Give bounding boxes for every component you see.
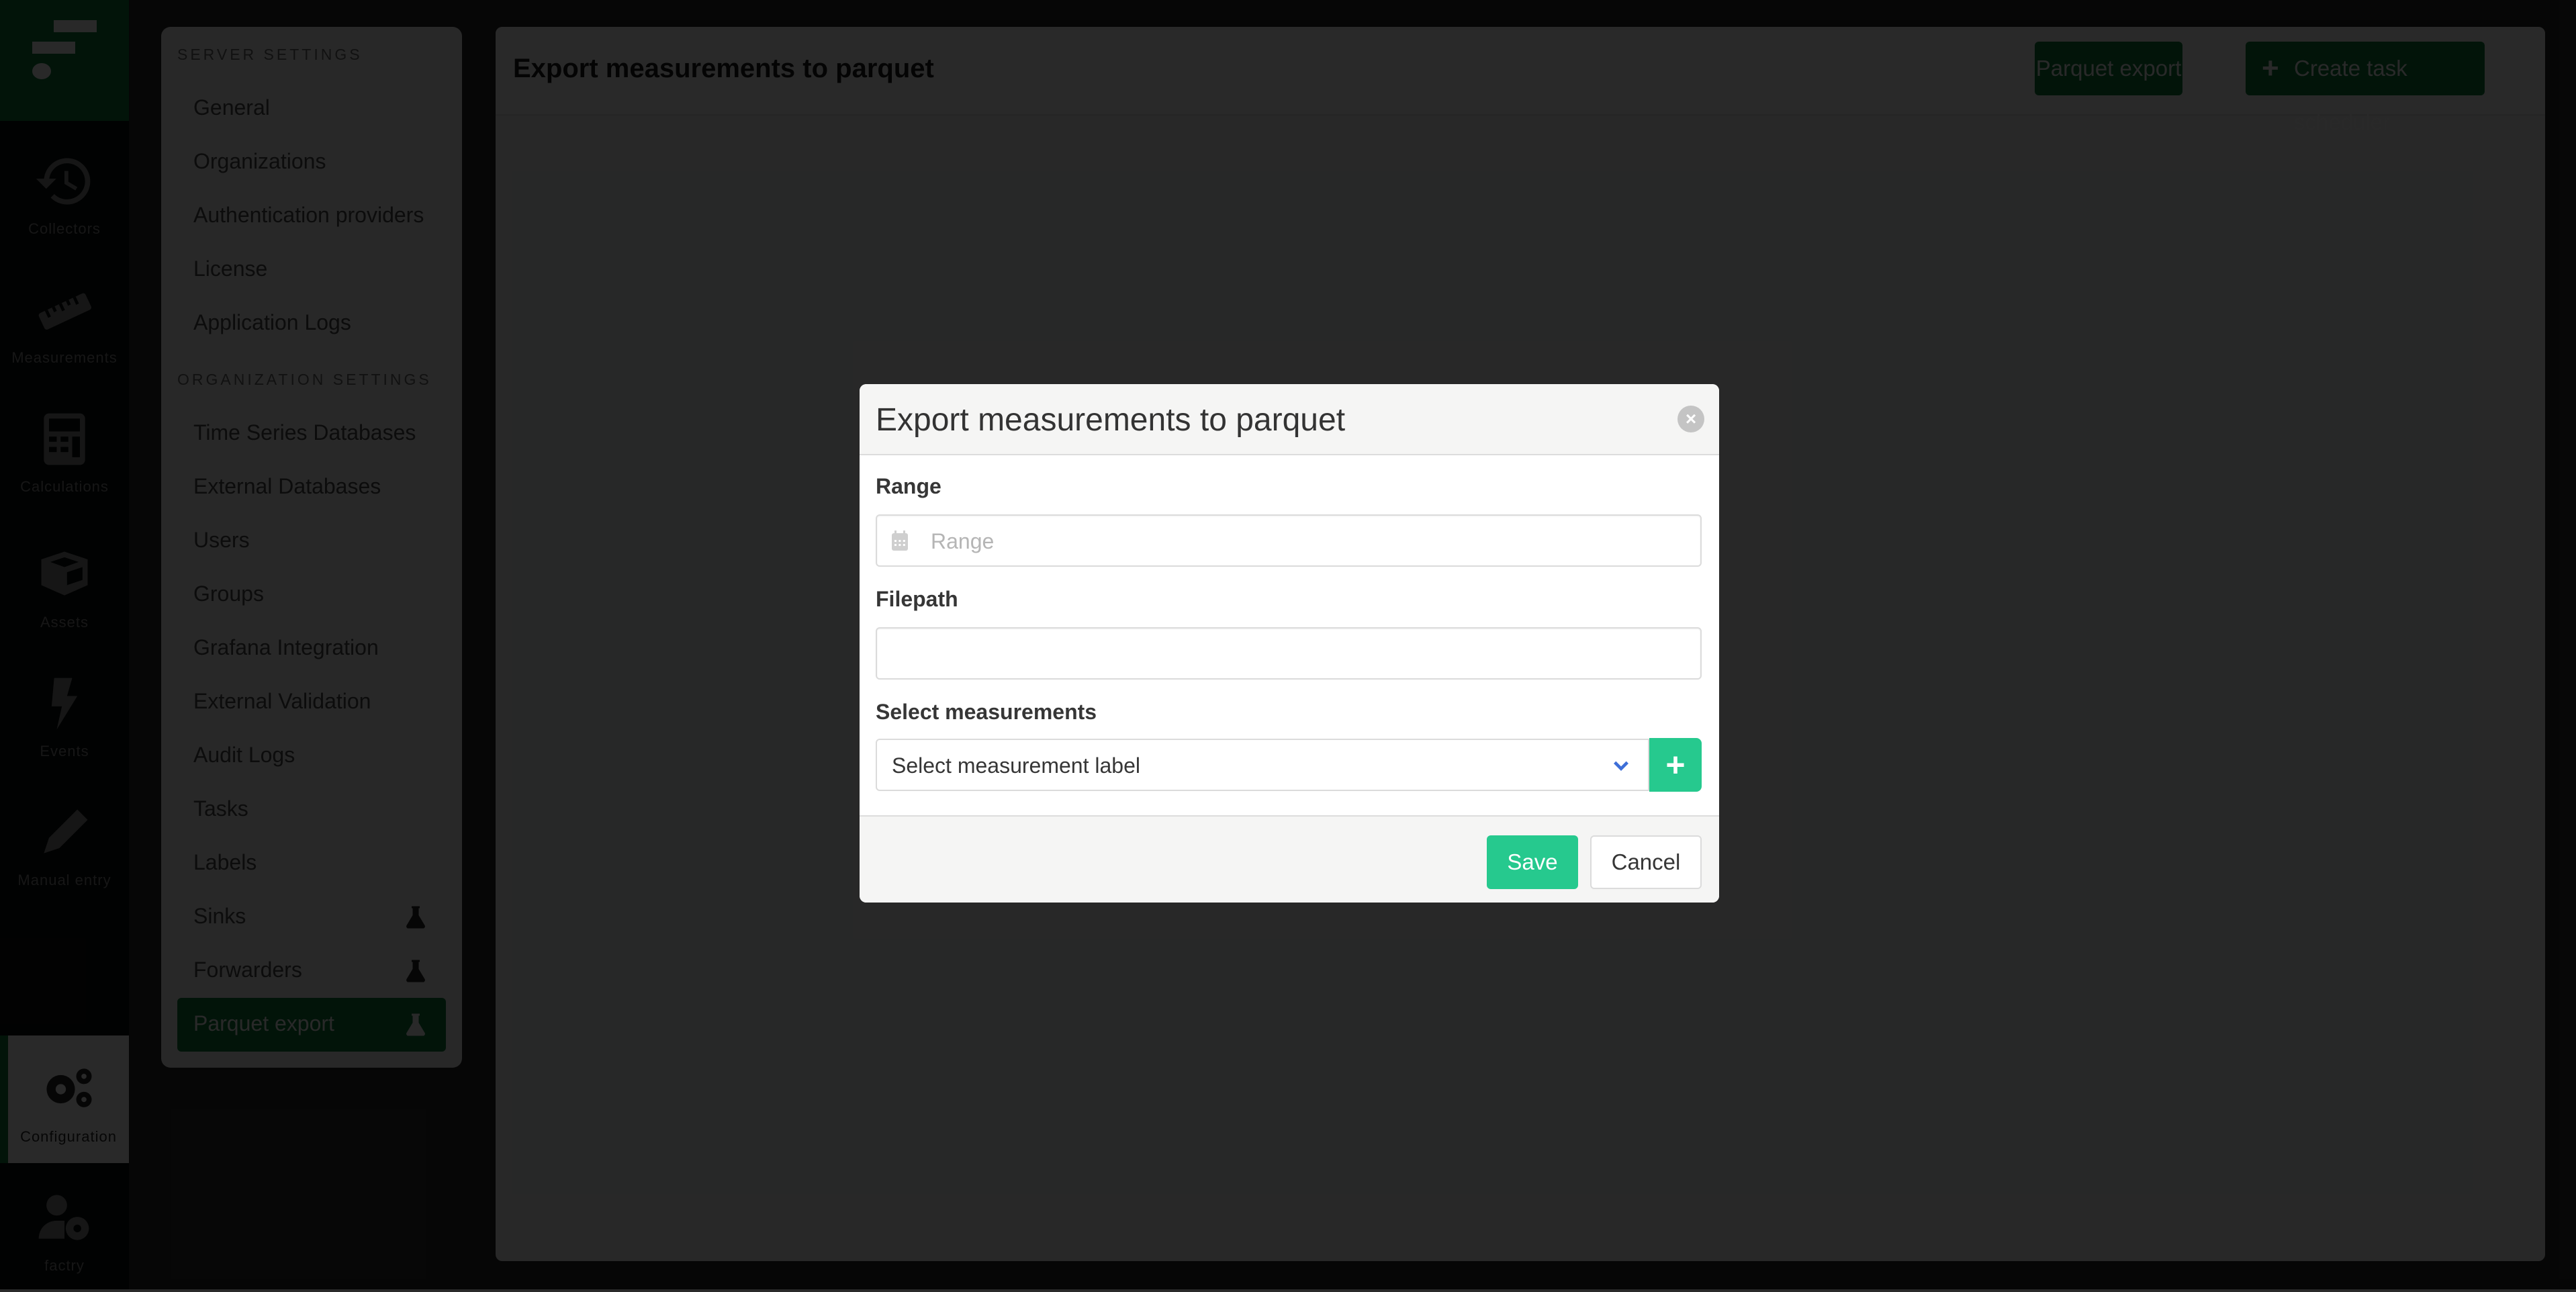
modal-footer: Save Cancel bbox=[860, 815, 1719, 903]
close-button[interactable]: × bbox=[1677, 406, 1704, 432]
cancel-button[interactable]: Cancel bbox=[1590, 835, 1702, 889]
chevron-down-icon bbox=[1614, 761, 1628, 771]
calendar-icon bbox=[892, 530, 908, 551]
filepath-label: Filepath bbox=[876, 587, 958, 611]
export-parquet-modal: Export measurements to parquet × Range R… bbox=[860, 384, 1719, 903]
range-label: Range bbox=[876, 474, 941, 498]
measurement-select-value: Select measurement label bbox=[892, 753, 1140, 778]
modal-title: Export measurements to parquet bbox=[876, 402, 1346, 438]
range-input[interactable]: Range bbox=[876, 514, 1702, 567]
range-placeholder: Range bbox=[931, 529, 995, 553]
filepath-input[interactable] bbox=[876, 627, 1702, 680]
plus-icon: + bbox=[1665, 746, 1686, 784]
add-measurement-button[interactable]: + bbox=[1649, 738, 1702, 792]
save-button[interactable]: Save bbox=[1487, 835, 1578, 889]
select-measurements-label: Select measurements bbox=[876, 700, 1097, 724]
modal-header: Export measurements to parquet × bbox=[860, 384, 1719, 455]
measurement-label-select[interactable]: Select measurement label bbox=[876, 739, 1649, 791]
close-icon: × bbox=[1685, 408, 1697, 429]
